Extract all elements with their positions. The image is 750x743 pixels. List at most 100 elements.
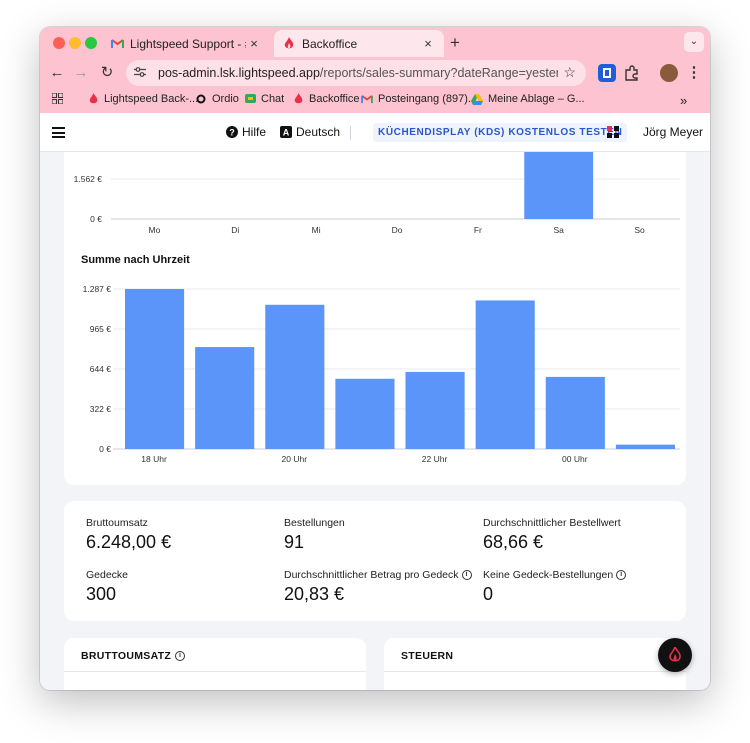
stat-value: 91 (284, 532, 305, 552)
browser-menu-icon[interactable]: ⋮ (685, 64, 703, 82)
new-tab-button[interactable]: + (450, 33, 460, 53)
stat-no-cover-orders: Keine Gedeck-Bestellungen i 0 (483, 569, 627, 605)
x-tick-label: 18 Uhr (141, 454, 167, 464)
x-tick-label: 20 Uhr (282, 454, 308, 464)
bookmark-label: Chat (261, 93, 285, 105)
stat-value: 68,66 € (483, 532, 544, 552)
y-tick-label: 1.562 € (74, 174, 103, 184)
flame-icon (669, 647, 681, 662)
apps-grid-icon[interactable] (52, 93, 63, 104)
tab-backoffice[interactable]: Backoffice × (274, 30, 444, 57)
stat-avg-per-cover: Durchschnittlicher Betrag pro Gedeck i 20… (284, 569, 472, 605)
bookmark-chat[interactable]: Chat (244, 93, 284, 105)
bar (545, 376, 605, 449)
y-tick-label: 1.287 € (83, 284, 112, 294)
bookmarks-overflow-button[interactable]: » (680, 93, 687, 108)
stat-label: Durchschnittlicher Betrag pro Gedeck (284, 569, 459, 581)
stat-gross-sales: Bruttoumsatz 6.248,00 € (86, 517, 171, 553)
close-window-button[interactable] (53, 37, 65, 49)
language-button[interactable]: A Deutsch (280, 125, 340, 139)
url-path: /reports/sales-summary?dateRange=yesterd… (319, 66, 558, 80)
divider (64, 671, 366, 672)
help-button[interactable]: ? Hilfe (226, 125, 266, 139)
header-divider (350, 126, 351, 140)
x-tick-label: Di (231, 225, 239, 235)
bookmark-ordio[interactable]: Ordio (195, 93, 239, 105)
hamburger-menu-icon[interactable] (52, 127, 65, 138)
site-settings-icon[interactable] (134, 66, 152, 80)
card-title: STEUERN (401, 650, 454, 662)
flame-icon (292, 93, 304, 105)
info-icon[interactable]: i (616, 570, 627, 580)
extension-icon[interactable] (598, 64, 616, 82)
x-tick-label: Mi (312, 225, 321, 235)
y-tick-label: 0 € (99, 444, 111, 454)
bookmark-label: Posteingang (897)... (378, 93, 478, 105)
day-chart: 1.562 € 0 € Mo Di Mi Do Fr Sa So (74, 152, 680, 235)
x-tick-label: 22 Uhr (422, 454, 448, 464)
bookmark-label: Meine Ablage – G... (488, 93, 585, 105)
puzzle-icon[interactable] (623, 64, 641, 82)
profile-avatar[interactable] (660, 64, 678, 82)
bookmark-lightspeed-back[interactable]: Lightspeed Back-... (87, 93, 198, 105)
lightspeed-chat-button[interactable] (658, 638, 692, 672)
bookmark-star-icon[interactable]: ☆ (563, 64, 576, 81)
browser-window: Lightspeed Support - #5144 × Backoffice … (40, 27, 710, 690)
reload-icon[interactable]: ↻ (98, 64, 116, 82)
stat-avg-order-value: Durchschnittlicher Bestellwert 68,66 € (483, 517, 621, 553)
x-tick-label: So (634, 225, 645, 235)
y-tick-label: 644 € (90, 364, 112, 374)
main-content: 1.562 € 0 € Mo Di Mi Do Fr Sa So 0 € 322 € 644 €… (40, 152, 710, 690)
app-switcher-icon[interactable] (607, 126, 619, 138)
language-label: Deutsch (296, 125, 341, 139)
close-tab-icon[interactable]: × (420, 36, 436, 51)
gmail-icon (361, 93, 373, 105)
card-header: STEUERN (401, 650, 453, 662)
minimize-window-button[interactable] (69, 37, 81, 49)
day-chart-svg: 1.562 € 0 € Mo Di Mi Do Fr Sa So 0 € 322 € 644 €… (74, 152, 680, 464)
card-header: BRUTTOUMSATZ i (81, 650, 186, 662)
bar (265, 304, 325, 449)
forward-icon[interactable]: → (72, 64, 90, 82)
bar (475, 300, 535, 449)
bar (615, 444, 675, 449)
stat-value: 6.248,00 € (86, 532, 172, 552)
bookmarks-bar: Lightspeed Back-... Ordio Chat Backoffic… (40, 89, 710, 113)
stat-value: 300 (86, 584, 117, 604)
bookmark-backoffice[interactable]: Backoffice (292, 93, 360, 105)
info-icon[interactable]: i (175, 651, 186, 661)
stat-label: Keine Gedeck-Bestellungen (483, 569, 614, 581)
url-host: pos-admin.lsk.lightspeed.app (158, 66, 320, 80)
bookmark-posteingang[interactable]: Posteingang (897)... (361, 93, 477, 105)
bookmark-meine-ablage[interactable]: Meine Ablage – G... (471, 93, 585, 105)
address-bar[interactable]: pos-admin.lsk.lightspeed.app/reports/sal… (126, 60, 586, 86)
back-icon[interactable]: ← (48, 64, 66, 82)
gross-sales-card: BRUTTOUMSATZ i (64, 638, 366, 690)
card-title: BRUTTOUMSATZ (81, 650, 172, 662)
summary-stats-card: Bruttoumsatz 6.248,00 € Bestellungen 91 … (64, 501, 686, 621)
taxes-card: STEUERN (384, 638, 686, 690)
gmail-icon (110, 37, 124, 51)
tab-title: Lightspeed Support - #5144 (130, 36, 246, 51)
info-icon[interactable]: i (461, 570, 472, 580)
svg-text:A: A (283, 128, 290, 138)
kds-promo-button[interactable]: KÜCHENDISPLAY (KDS) KOSTENLOS TESTEN (373, 123, 628, 142)
tab-lightspeed-support[interactable]: Lightspeed Support - #5144 × (102, 30, 270, 57)
stat-label: Gedecke (86, 569, 129, 581)
tab-search-button[interactable]: ⌄ (684, 32, 704, 52)
bar (125, 289, 185, 449)
x-tick-label: Sa (554, 225, 565, 235)
tab-strip: Lightspeed Support - #5144 × Backoffice … (40, 27, 710, 57)
stat-label-row: Durchschnittlicher Betrag pro Gedeck i (284, 569, 472, 581)
stat-label: Bestellungen (284, 517, 345, 529)
maximize-window-button[interactable] (85, 37, 97, 49)
google-chat-icon (244, 93, 256, 105)
hour-chart-title: Summe nach Uhrzeit (81, 254, 190, 266)
x-tick-label: Mo (149, 225, 161, 235)
close-tab-icon[interactable]: × (246, 36, 262, 51)
user-name[interactable]: Jörg Meyer (643, 125, 703, 139)
url-text: pos-admin.lsk.lightspeed.app/reports/sal… (158, 66, 558, 80)
flame-icon (282, 37, 296, 51)
y-tick-label: 965 € (90, 324, 112, 334)
app-header: ? Hilfe A Deutsch KÜCHENDISPLAY (KDS) KO… (40, 113, 710, 152)
